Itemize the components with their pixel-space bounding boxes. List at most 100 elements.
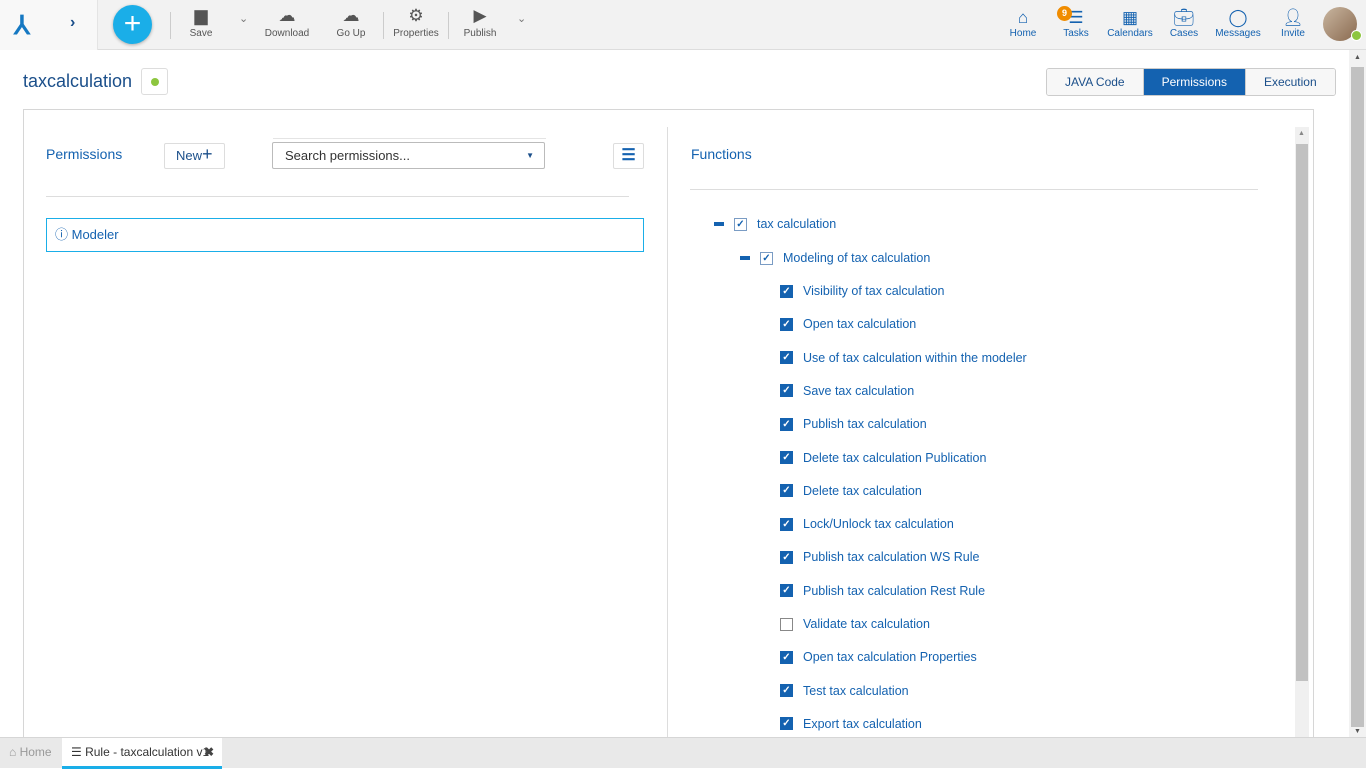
scroll-up-icon[interactable]: ▲ xyxy=(1298,130,1305,137)
tree-node-function: ✓ Use of tax calculation within the model… xyxy=(780,351,1027,365)
node-label: Visibility of tax calculation xyxy=(803,284,945,298)
search-placeholder: Search permissions... xyxy=(285,148,410,163)
collapse-icon[interactable] xyxy=(740,256,750,260)
tree-node-function: ✓ Save tax calculation xyxy=(780,384,914,398)
tab-label: Home xyxy=(19,745,52,759)
tab-execution[interactable]: Execution xyxy=(1245,69,1335,95)
briefcase-icon: 💼︎ xyxy=(1173,8,1195,27)
functions-scrollbar[interactable]: ▲ xyxy=(1295,127,1309,737)
gear-icon: ⚙ xyxy=(408,6,424,25)
checkbox[interactable]: ✓ xyxy=(780,550,793,564)
tree-node-function: ✓ Delete tax calculation xyxy=(780,484,922,498)
close-icon[interactable]: ✖ xyxy=(204,738,214,766)
checkbox[interactable]: ✓ xyxy=(780,717,793,731)
cloud-download-icon: ☁ xyxy=(278,6,296,25)
tree-node-function: ✓ Test tax calculation xyxy=(780,684,909,698)
tab-label: Rule - taxcalculation v1 xyxy=(85,745,210,759)
scroll-thumb[interactable] xyxy=(1296,144,1308,681)
scroll-up-icon[interactable]: ▲ xyxy=(1354,54,1361,61)
expand-chevron-icon[interactable]: › xyxy=(70,14,75,32)
status-button[interactable] xyxy=(141,68,168,95)
checkbox[interactable]: ✓ xyxy=(780,484,793,498)
nav-invite[interactable]: 👤︎ Invite xyxy=(1278,8,1308,39)
divider xyxy=(690,189,1258,190)
nav-tasks[interactable]: ☰ 9 Tasks xyxy=(1057,6,1093,39)
permission-item-modeler[interactable]: ⓘ Modeler xyxy=(46,218,644,252)
list-view-button[interactable]: ☰ xyxy=(613,143,644,169)
publish-label: Publish xyxy=(463,28,497,39)
tree-node-function: Validate tax calculation xyxy=(780,617,930,631)
properties-button[interactable]: ⚙ Properties xyxy=(391,6,441,39)
home-icon: ⌂ xyxy=(9,745,20,759)
checkbox[interactable]: ✓ xyxy=(780,384,793,398)
tree-node-function: ✓ Open tax calculation xyxy=(780,317,916,331)
page-title: taxcalculation xyxy=(23,71,133,91)
checkbox[interactable]: ✓ xyxy=(780,650,793,664)
publish-dropdown-chevron-icon[interactable]: ⌄ xyxy=(517,12,526,25)
new-label: New xyxy=(176,148,203,163)
nav-cases[interactable]: 💼︎ Cases xyxy=(1168,8,1200,39)
checkbox[interactable]: ✓ xyxy=(780,451,793,464)
bottom-tab-rule[interactable]: ☰ Rule - taxcalculation v1 ✖ xyxy=(62,738,222,769)
invite-label: Invite xyxy=(1281,28,1305,39)
tree-node-function: ✓ Export tax calculation xyxy=(780,717,922,731)
checkbox[interactable]: ✓ xyxy=(780,417,793,431)
info-icon: ⓘ xyxy=(55,227,72,242)
view-tabs: JAVA Code Permissions Execution xyxy=(1046,68,1336,96)
nav-home[interactable]: ⌂ Home xyxy=(1006,8,1040,39)
tree-node-function: ✓ Publish tax calculation Rest Rule xyxy=(780,584,985,598)
window-scrollbar[interactable]: ▲ ▼ xyxy=(1349,50,1366,737)
publish-button[interactable]: ▶ Publish xyxy=(460,6,500,39)
tasks-label: Tasks xyxy=(1063,28,1089,39)
add-button[interactable]: + xyxy=(113,5,152,44)
home-label: Home xyxy=(1009,28,1037,39)
new-permission-button[interactable]: New + xyxy=(164,143,225,169)
checkbox[interactable]: ✓ xyxy=(780,684,793,698)
checkbox[interactable]: ✓ xyxy=(780,284,793,298)
nav-messages[interactable]: ◯ Messages xyxy=(1214,8,1262,39)
node-label: Open tax calculation Properties xyxy=(803,650,977,665)
functions-heading: Functions xyxy=(691,146,752,162)
tab-java-code[interactable]: JAVA Code xyxy=(1047,69,1144,95)
logo-icon: ⅄ xyxy=(14,10,30,40)
checkbox[interactable] xyxy=(780,617,793,631)
tree-node-function: ✓ Publish tax calculation xyxy=(780,417,927,431)
checkbox[interactable]: ✓ xyxy=(780,517,793,531)
tab-permissions[interactable]: Permissions xyxy=(1143,69,1246,95)
save-dropdown-chevron-icon[interactable]: ⌄ xyxy=(239,12,248,25)
app-logo[interactable]: ⅄ › xyxy=(0,0,98,50)
checkbox[interactable]: ✓ xyxy=(780,584,793,598)
download-button[interactable]: ☁ Download xyxy=(262,6,312,39)
top-toolbar: ⅄ › + ▆ Save ⌄ ☁ Download ☁ Go Up ⚙ Propertie… xyxy=(0,0,1366,50)
go-up-label: Go Up xyxy=(336,28,366,39)
tree-node-function: ✓ Open tax calculation Properties xyxy=(780,650,977,664)
nav-calendars[interactable]: ▦ Calendars xyxy=(1106,8,1154,39)
scroll-thumb[interactable] xyxy=(1351,67,1364,727)
caret-down-icon: ▼ xyxy=(526,151,534,160)
checkbox[interactable]: ✓ xyxy=(780,351,793,365)
tasks-badge: 9 xyxy=(1057,6,1072,21)
tree-node-function: ✓ Lock/Unlock tax calculation xyxy=(780,517,954,531)
divider xyxy=(383,12,384,39)
add-user-icon: 👤︎ xyxy=(1282,8,1304,27)
node-label: Lock/Unlock tax calculation xyxy=(803,517,954,532)
bottom-tab-home[interactable]: ⌂ Home xyxy=(0,738,62,769)
node-label: Publish tax calculation WS Rule xyxy=(803,550,980,565)
status-dot-icon xyxy=(151,78,159,86)
checkbox[interactable]: ✓ xyxy=(760,251,773,265)
save-button[interactable]: ▆ Save xyxy=(186,6,216,39)
node-label: Validate tax calculation xyxy=(803,617,930,631)
scroll-down-icon[interactable]: ▼ xyxy=(1354,728,1361,735)
calendars-label: Calendars xyxy=(1107,28,1153,39)
content-panel xyxy=(23,109,1314,749)
checkbox[interactable]: ✓ xyxy=(734,217,747,231)
node-label: Delete tax calculation xyxy=(803,483,922,498)
go-up-button[interactable]: ☁ Go Up xyxy=(332,6,370,39)
collapse-icon[interactable] xyxy=(714,222,724,226)
checkbox[interactable]: ✓ xyxy=(780,317,793,331)
save-label: Save xyxy=(189,28,213,39)
list-icon: ☰ xyxy=(621,147,636,164)
panel-divider xyxy=(667,127,668,737)
search-permissions-select[interactable]: Search permissions... ▼ xyxy=(272,138,546,169)
download-label: Download xyxy=(264,28,310,39)
